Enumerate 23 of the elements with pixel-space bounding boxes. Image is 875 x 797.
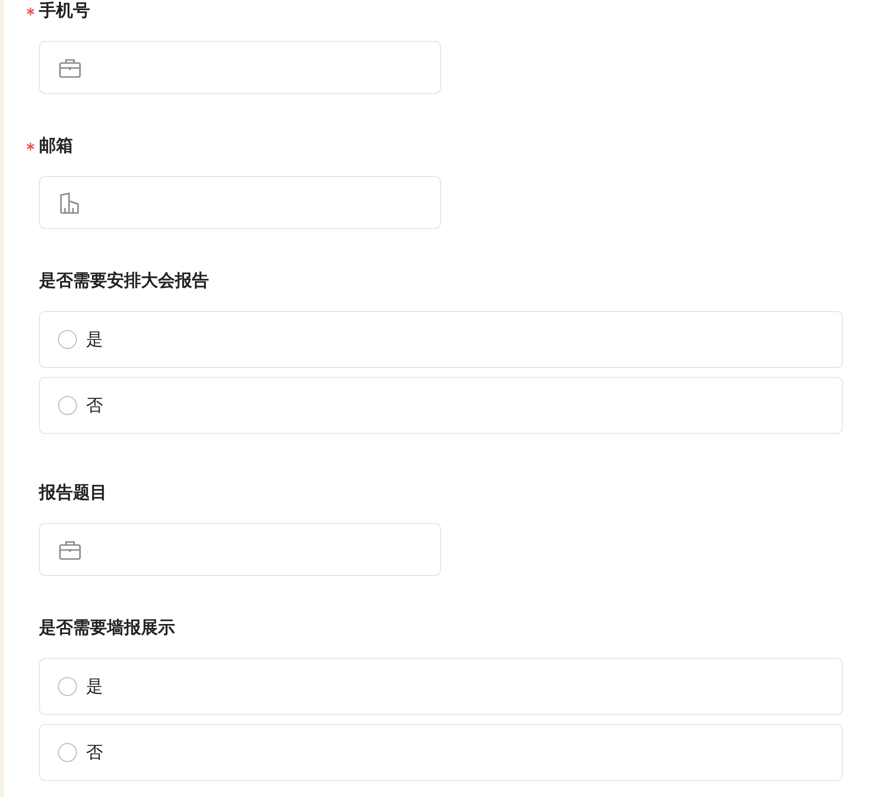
field-label: 报告题目	[39, 482, 107, 504]
field-label: 邮箱	[39, 135, 73, 157]
field-label: 是否需要安排大会报告	[39, 270, 209, 292]
radio-option[interactable]: 是	[39, 311, 843, 368]
radio-button[interactable]	[58, 677, 77, 696]
radio-button[interactable]	[58, 396, 77, 415]
input-field[interactable]	[39, 41, 441, 94]
option-label: 否	[86, 395, 103, 417]
radio-option[interactable]: 否	[39, 724, 843, 781]
input-field[interactable]	[39, 176, 441, 229]
field-label: 手机号	[39, 0, 90, 22]
radio-button[interactable]	[58, 743, 77, 762]
input-field[interactable]	[39, 523, 441, 576]
radio-option[interactable]: 否	[39, 377, 843, 434]
field-label: 是否需要墙报展示	[39, 617, 175, 639]
radio-option[interactable]: 是	[39, 658, 843, 715]
option-label: 是	[86, 329, 103, 351]
briefcase-icon	[59, 58, 81, 78]
briefcase-icon	[59, 540, 81, 560]
radio-button[interactable]	[58, 330, 77, 349]
option-label: 是	[86, 676, 103, 698]
option-label: 否	[86, 742, 103, 764]
building-icon	[59, 192, 81, 214]
